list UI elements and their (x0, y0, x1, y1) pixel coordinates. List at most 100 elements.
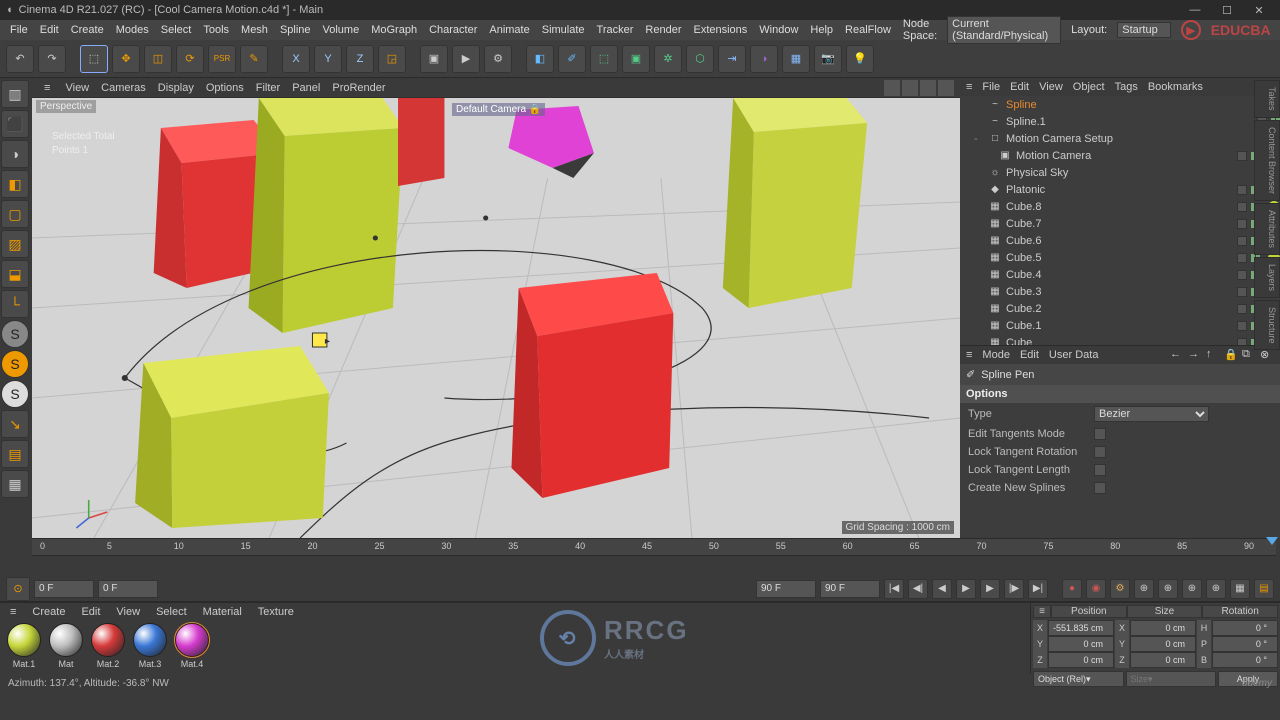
playhead-icon[interactable] (1266, 537, 1278, 545)
material-item[interactable]: Mat.3 (130, 623, 170, 669)
frame-end2-field[interactable]: 90 F (820, 580, 880, 598)
extrude-button[interactable]: ▣ (622, 45, 650, 73)
attrmenu-hamburger[interactable]: ≡ (966, 349, 972, 361)
workplane-button[interactable]: ↘ (1, 410, 29, 438)
layer-chip[interactable] (1237, 202, 1247, 212)
layer-chip[interactable] (1237, 151, 1247, 161)
layer-chip[interactable] (1237, 338, 1247, 346)
edit-tangents-checkbox[interactable] (1094, 428, 1106, 440)
points-mode-button[interactable]: ▢ (1, 200, 29, 228)
default-camera-label[interactable]: Default Camera 🔒 (452, 103, 545, 116)
attrmenu-edit[interactable]: Edit (1020, 349, 1039, 361)
key-s-button[interactable]: ⊕ (1158, 579, 1178, 599)
menu-tracker[interactable]: Tracker (591, 22, 640, 38)
vp-icon-3[interactable] (920, 80, 936, 96)
object-row[interactable]: ▦Cube.5 (960, 249, 1280, 266)
object-row[interactable]: ▦Cube.2 (960, 300, 1280, 317)
lock-rotation-checkbox[interactable] (1094, 446, 1106, 458)
menu-simulate[interactable]: Simulate (536, 22, 591, 38)
side-tab-attributes[interactable]: Attributes (1254, 203, 1280, 255)
floor-button[interactable]: ▦ (782, 45, 810, 73)
menu-mograph[interactable]: MoGraph (365, 22, 423, 38)
matmenu-view[interactable]: View (112, 604, 144, 620)
layer-chip[interactable] (1237, 304, 1247, 314)
vp-icon-1[interactable] (884, 80, 900, 96)
matmenu-hamburger[interactable]: ≡ (6, 604, 20, 620)
objmenu-tags[interactable]: Tags (1115, 81, 1138, 93)
frame-start-field[interactable]: 0 F (34, 580, 94, 598)
menu-modes[interactable]: Modes (110, 22, 155, 38)
objmenu-file[interactable]: File (982, 81, 1000, 93)
object-row[interactable]: -□Motion Camera Setup (960, 130, 1280, 147)
snap-s1-button[interactable]: S (1, 320, 29, 348)
spline-pen-button[interactable]: ✐ (558, 45, 586, 73)
blob-button[interactable]: ◑ (750, 45, 778, 73)
layer-chip[interactable] (1237, 270, 1247, 280)
object-row[interactable]: ~Spline (960, 96, 1280, 113)
material-item[interactable]: Mat.1 (4, 623, 44, 669)
expand-toggle[interactable]: - (974, 133, 984, 145)
layer-chip[interactable] (1237, 185, 1247, 195)
world-axis-button[interactable]: ◲ (378, 45, 406, 73)
rotation-field[interactable]: 0 ° (1212, 636, 1278, 652)
matmenu-texture[interactable]: Texture (254, 604, 298, 620)
size-mode-dropdown[interactable]: Size ▾ (1126, 671, 1217, 687)
material-item[interactable]: Mat.4 (172, 623, 212, 669)
menu-select[interactable]: Select (155, 22, 198, 38)
timeline-tool-icon[interactable]: ⊙ (6, 577, 30, 601)
side-tab-content-browser[interactable]: Content Browser (1254, 120, 1280, 201)
menu-window[interactable]: Window (753, 22, 804, 38)
nodespace-dropdown[interactable]: Current (Standard/Physical) (947, 16, 1061, 44)
model-mode-button[interactable]: ⬛ (1, 110, 29, 138)
object-row[interactable]: ▦Cube (960, 334, 1280, 345)
render-settings-button[interactable]: ⚙ (484, 45, 512, 73)
coord-hamburger[interactable]: ≡ (1033, 605, 1051, 618)
step-back-button[interactable]: ◀ (932, 579, 952, 599)
cube-primitive-button[interactable]: ◧ (526, 45, 554, 73)
side-tab-layers[interactable]: Layers (1254, 257, 1280, 298)
objmenu-object[interactable]: Object (1073, 81, 1105, 93)
vp-icon-2[interactable] (902, 80, 918, 96)
matmenu-create[interactable]: Create (28, 604, 69, 620)
object-row[interactable]: ▦Cube.7 (960, 215, 1280, 232)
move-tool[interactable]: ✥ (112, 45, 140, 73)
rotation-field[interactable]: 0 ° (1212, 620, 1278, 636)
layer-chip[interactable] (1237, 287, 1247, 297)
attr-up-icon[interactable]: ↑ (1206, 348, 1220, 362)
key-p-button[interactable]: ⊕ (1134, 579, 1154, 599)
texture-mode-button[interactable]: ◑ (1, 140, 29, 168)
attr-back-icon[interactable]: ← (1170, 348, 1184, 362)
vpmenu-filter[interactable]: Filter (250, 80, 286, 96)
layer-chip[interactable] (1237, 219, 1247, 229)
objmenu-view[interactable]: View (1039, 81, 1063, 93)
attr-close-icon[interactable]: ⊗ (1260, 348, 1274, 362)
vpmenu-options[interactable]: Options (200, 80, 250, 96)
side-tab-structure[interactable]: Structure (1254, 300, 1280, 351)
attrmenu-user-data[interactable]: User Data (1049, 349, 1099, 361)
menu-volume[interactable]: Volume (317, 22, 366, 38)
position-field[interactable]: -551.835 cm (1048, 620, 1114, 636)
object-mode-button[interactable]: ◧ (1, 170, 29, 198)
live-select-tool[interactable]: ⬚ (80, 45, 108, 73)
rotate-tool[interactable]: ⟳ (176, 45, 204, 73)
key-options-button[interactable]: ⚙ (1110, 579, 1130, 599)
layout-dropdown[interactable]: Startup (1117, 22, 1170, 38)
step-forward-button[interactable]: ▶ (980, 579, 1000, 599)
attrmenu-mode[interactable]: Mode (982, 349, 1010, 361)
prev-key-button[interactable]: ◀| (908, 579, 928, 599)
object-row[interactable]: ☼Physical Sky (960, 164, 1280, 181)
side-tab-takes[interactable]: Takes (1254, 80, 1280, 118)
vpmenu-cameras[interactable]: Cameras (95, 80, 152, 96)
key-dopesheet-button[interactable]: ▤ (1254, 579, 1274, 599)
next-key-button[interactable]: |▶ (1004, 579, 1024, 599)
vpmenu-display[interactable]: Display (152, 80, 200, 96)
menu-create[interactable]: Create (65, 22, 110, 38)
objmenu-bookmarks[interactable]: Bookmarks (1148, 81, 1203, 93)
menu-help[interactable]: Help (804, 22, 839, 38)
snap-s2-button[interactable]: S (1, 350, 29, 378)
menu-tools[interactable]: Tools (197, 22, 235, 38)
psc-tool[interactable]: PSR (208, 45, 236, 73)
vpmenu-view[interactable]: View (59, 80, 95, 96)
viewport[interactable]: Perspective Selected Total Points 1 Defa… (32, 98, 960, 538)
position-field[interactable]: 0 cm (1048, 636, 1114, 652)
